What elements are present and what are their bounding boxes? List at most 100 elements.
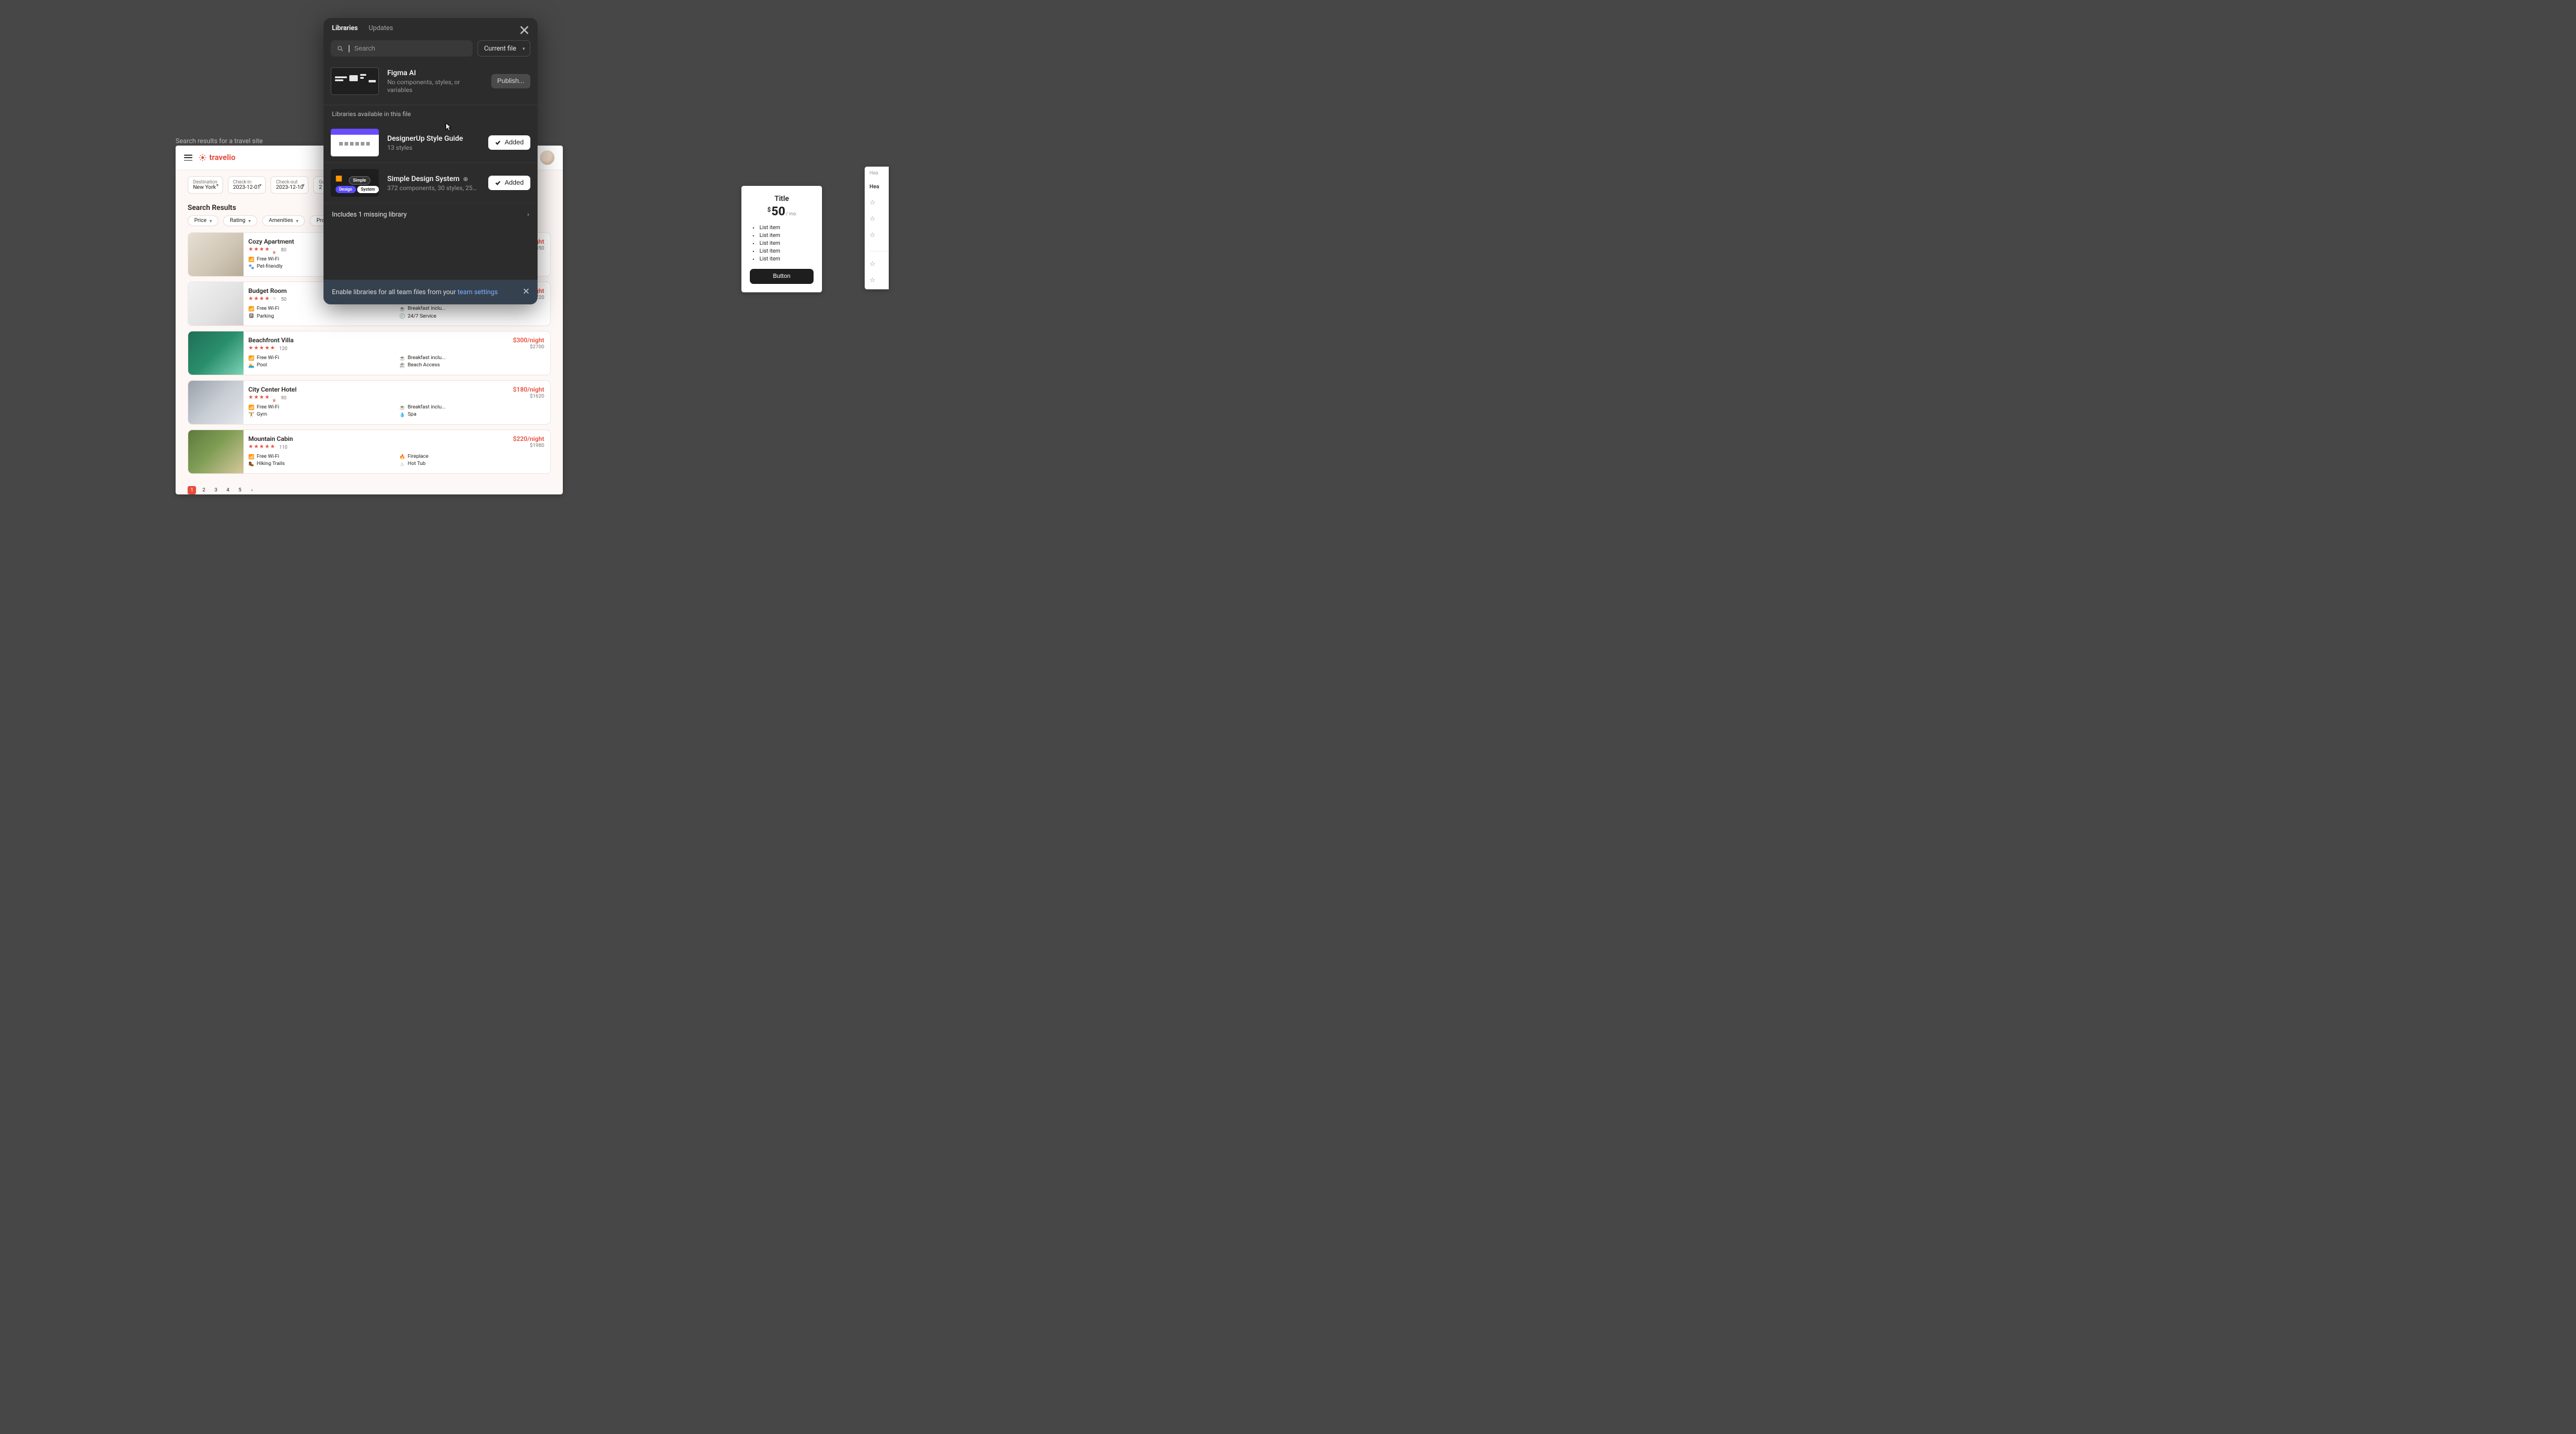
star-icon: ☆: [869, 198, 889, 206]
page-number[interactable]: 2: [200, 486, 208, 494]
rating-count: 80: [281, 247, 286, 253]
library-sub: 13 styles: [387, 144, 480, 152]
artboard-pricing-card[interactable]: Title $ 50 / mo List item List item List i…: [741, 186, 822, 292]
amenity-label: Free Wi-Fi: [257, 454, 279, 460]
amenity-icon: ☕: [399, 306, 405, 312]
result-card[interactable]: City Center Hotel ★★★★90 $180/night $162…: [188, 380, 551, 425]
artboard-label-travel: Search results for a travel site: [176, 137, 263, 145]
result-name: Beachfront Villa: [248, 336, 293, 344]
search-field[interactable]: [331, 40, 473, 57]
amenity-label: Spa: [408, 411, 416, 417]
list-item: List item: [759, 225, 814, 231]
result-total: $2700: [513, 344, 544, 350]
team-settings-link[interactable]: team settings: [458, 288, 498, 296]
current-file-block: Figma AI No components, styles, or varia…: [324, 63, 538, 105]
list-item: List item: [759, 241, 814, 247]
result-thumbnail: [188, 233, 244, 276]
amenity-icon: 🏊: [248, 363, 254, 368]
avatar[interactable]: [540, 150, 554, 165]
library-row[interactable]: 🟧 Simple Design System Simple Design Sys…: [324, 162, 538, 203]
pricing-button[interactable]: Button: [750, 269, 814, 284]
dismiss-banner-button[interactable]: [523, 288, 529, 296]
artboard-reviews-clipped[interactable]: Hea Hea ☆ ☆ ☆ ☆ ☆: [865, 167, 889, 289]
result-total: $1980: [513, 443, 544, 449]
amenity-icon: 📶: [248, 355, 254, 361]
result-name: City Center Hotel: [248, 386, 296, 393]
added-button[interactable]: Added: [488, 176, 530, 190]
tab-updates[interactable]: Updates: [369, 24, 393, 35]
star-icon: ☆: [869, 215, 889, 223]
amenity-icon: 🐾: [248, 264, 254, 269]
globe-icon: ⊕: [463, 176, 468, 183]
pricing-currency: $: [767, 207, 771, 214]
result-rating: ★★★★★50: [248, 296, 287, 302]
pricing-value: 50: [771, 204, 785, 218]
result-name: Cozy Apartment: [248, 238, 294, 245]
library-name: DesignerUp Style Guide: [387, 134, 480, 143]
library-name: Simple Design System⊕: [387, 174, 480, 183]
amenity-label: Hiking Trails: [257, 461, 285, 467]
amenity-label: Pool: [257, 362, 267, 368]
pricing-title: Title: [750, 194, 814, 203]
brand-name: travelio: [209, 153, 236, 162]
result-card[interactable]: Mountain Cabin ★★★★★110 $220/night $1980…: [188, 429, 551, 474]
result-rating: ★★★★★120: [248, 345, 293, 351]
amenity-label: Fireplace: [408, 454, 429, 460]
list-item: List item: [759, 233, 814, 239]
amenity-icon: 🏋: [248, 412, 254, 417]
close-button[interactable]: [520, 25, 529, 35]
amenity-icon: 🔥: [399, 454, 405, 460]
amenities: 📶Free Wi-Fi☕Breakfast inclu...🅿Parking🕘2…: [248, 306, 544, 319]
page-number[interactable]: 4: [224, 486, 232, 494]
amenity-label: Free Wi-Fi: [257, 306, 279, 312]
result-rating: ★★★★★110: [248, 444, 293, 450]
chip-value: 2023-12-10: [276, 185, 303, 191]
page-number[interactable]: 5: [236, 486, 244, 494]
page-next[interactable]: [248, 486, 256, 494]
result-total: $1620: [513, 393, 544, 399]
amenity: 🏋Gym: [248, 411, 393, 417]
amenity-label: Free Wi-Fi: [257, 355, 279, 361]
filter-pill[interactable]: Amenities: [262, 215, 305, 226]
page-number[interactable]: 1: [188, 486, 196, 494]
page-number[interactable]: 3: [212, 486, 220, 494]
added-button[interactable]: Added: [488, 135, 530, 150]
amenity-icon: 🕘: [399, 313, 405, 319]
result-rating: ★★★★90: [248, 395, 296, 401]
library-sub: 372 components, 30 styles, 257 variabl..…: [387, 184, 480, 192]
amenity: 🥾Hiking Trails: [248, 461, 393, 467]
library-row[interactable]: DesignerUp Style Guide 13 styles Added: [324, 123, 538, 162]
filter-pill[interactable]: Price: [188, 215, 218, 226]
amenities: 📶Free Wi-Fi🔥Fireplace🥾Hiking Trails♨Hot …: [248, 454, 544, 467]
pagination: 12345: [176, 481, 563, 494]
missing-libraries-row[interactable]: Includes 1 missing library ›: [324, 203, 538, 226]
check-icon: [495, 180, 501, 186]
chip-destination[interactable]: Destination New York: [188, 176, 223, 194]
amenity: 💧Spa: [399, 411, 544, 417]
amenity: 🔥Fireplace: [399, 454, 544, 460]
result-price: $220/night: [513, 435, 544, 443]
search-input[interactable]: [354, 45, 467, 52]
amenity-icon: 🥾: [248, 461, 254, 467]
amenity-label: Pet-friendly: [257, 263, 283, 269]
tab-libraries[interactable]: Libraries: [332, 24, 358, 35]
menu-icon[interactable]: [184, 155, 192, 161]
pricing-price: $ 50 / mo: [750, 204, 814, 218]
amenity: ☕Breakfast inclu...: [399, 404, 544, 410]
chip-checkout[interactable]: Check-out 2023-12-10: [271, 176, 308, 194]
rating-count: 110: [279, 445, 287, 450]
chip-checkin[interactable]: Check-in 2023-12-01: [228, 176, 266, 194]
chevron-right-icon: ›: [527, 211, 529, 218]
amenity: 🏖Beach Access: [399, 362, 544, 368]
publish-button[interactable]: Publish...: [491, 74, 530, 88]
result-card[interactable]: Beachfront Villa ★★★★★120 $300/night $27…: [188, 331, 551, 375]
enable-libraries-banner: Enable libraries for all team files from…: [324, 280, 538, 304]
amenity: ☕Breakfast inclu...: [399, 306, 544, 312]
scope-select[interactable]: Current file: [477, 40, 530, 57]
brand-logo[interactable]: travelio: [198, 153, 236, 162]
amenity-label: Breakfast inclu...: [408, 306, 446, 312]
amenity: ☕Breakfast inclu...: [399, 355, 544, 361]
amenity-label: Free Wi-Fi: [257, 404, 279, 410]
filter-pill[interactable]: Rating: [223, 215, 257, 226]
search-icon: [337, 45, 344, 52]
